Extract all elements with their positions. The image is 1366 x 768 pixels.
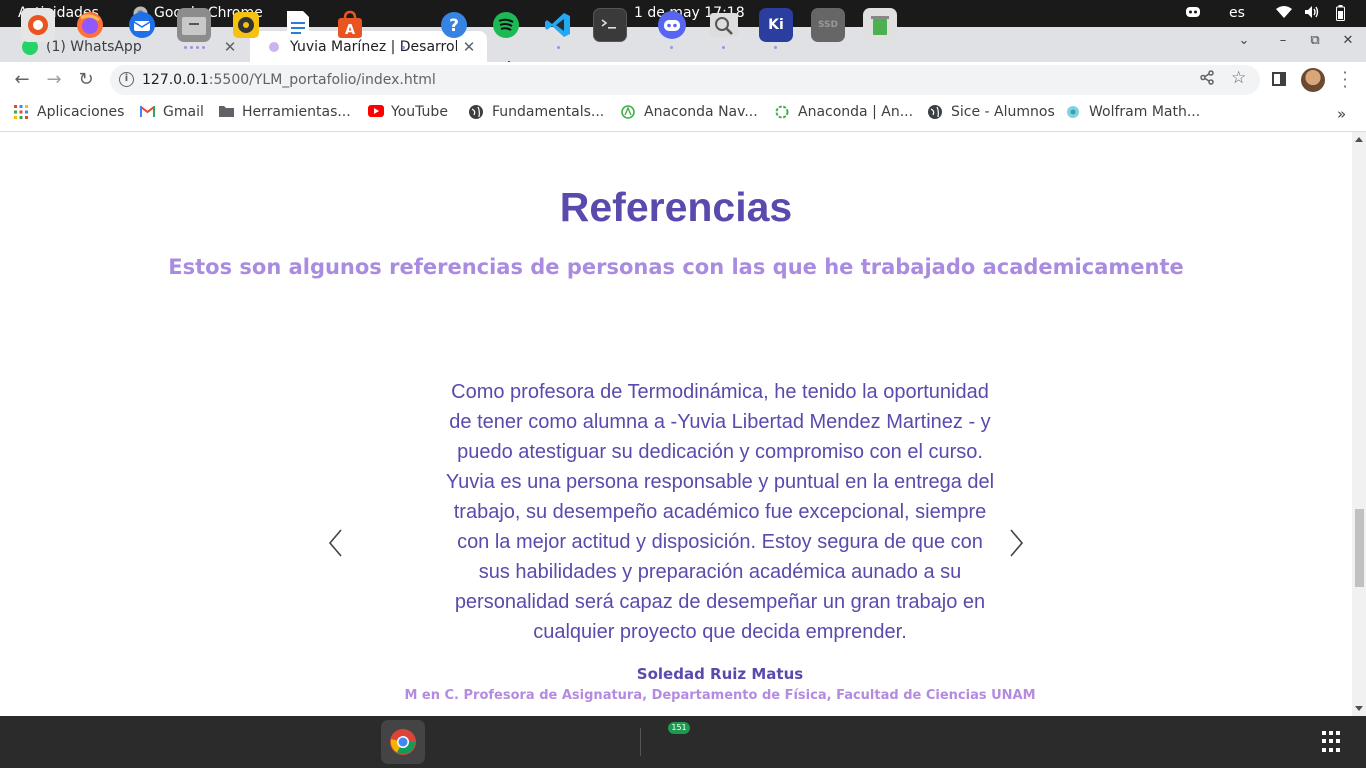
- svg-text:A: A: [345, 23, 355, 38]
- carousel-next-icon[interactable]: [1001, 528, 1031, 558]
- bookmark-label: YouTube: [391, 104, 448, 120]
- discord-icon[interactable]: [655, 8, 689, 42]
- bookmark-sice[interactable]: Sice - Alumnos: [928, 104, 1055, 120]
- bookmarks-bar: Aplicaciones Gmail Herramientas... YouTu…: [0, 98, 1366, 132]
- site-info-icon[interactable]: i: [119, 72, 134, 87]
- help-icon[interactable]: ?: [437, 8, 471, 42]
- terminal-icon[interactable]: [593, 8, 627, 42]
- carousel-prev-icon[interactable]: [321, 528, 351, 558]
- kicad-running-indicator: [774, 46, 777, 49]
- side-panel-icon[interactable]: [1272, 72, 1286, 86]
- globe-icon: [928, 105, 942, 119]
- disk-icon[interactable]: SSD: [811, 8, 845, 42]
- section-title: Referencias: [559, 184, 793, 230]
- firefox-icon[interactable]: [73, 8, 107, 42]
- rhythmbox-icon[interactable]: [229, 8, 263, 42]
- portfolio-favicon-icon: [269, 41, 279, 52]
- gmail-icon: [140, 105, 155, 119]
- chrome-menu-icon[interactable]: · · ·: [1340, 65, 1350, 95]
- bookmark-youtube[interactable]: YouTube: [368, 104, 448, 120]
- trash-icon[interactable]: [863, 8, 897, 42]
- vscode-running-indicator: [557, 46, 560, 49]
- scroll-up-icon[interactable]: [1355, 137, 1363, 142]
- share-icon[interactable]: [1200, 70, 1214, 89]
- forward-button[interactable]: →: [43, 69, 65, 91]
- svg-text:?: ?: [449, 16, 459, 36]
- chrome-running-indicator: [402, 46, 405, 49]
- ubuntu-help-icon[interactable]: [21, 8, 55, 42]
- kicad-icon[interactable]: Ki: [759, 8, 793, 42]
- thunderbird-icon[interactable]: [125, 8, 159, 42]
- chrome-icon[interactable]: [381, 720, 425, 764]
- bookmark-gmail[interactable]: Gmail: [140, 104, 204, 120]
- libreoffice-writer-icon[interactable]: [281, 8, 315, 42]
- wifi-icon[interactable]: [1276, 5, 1292, 23]
- discord-running-indicator: [670, 46, 673, 49]
- vscode-icon[interactable]: [541, 8, 575, 42]
- testimonial-author-role: M en C. Profesora de Asignatura, Departa…: [404, 688, 1036, 703]
- battery-icon[interactable]: [1336, 5, 1345, 25]
- more-bookmarks-icon[interactable]: »: [1337, 105, 1346, 123]
- bookmark-label: Anaconda Nav...: [644, 104, 758, 120]
- globe-icon: [469, 105, 483, 119]
- spotify-icon[interactable]: [489, 8, 523, 42]
- page-viewport: Referencias Estos son algunos referencia…: [0, 132, 1352, 716]
- anaconda-icon: [621, 105, 635, 119]
- tab-title: Yuvia Marínez | Desarrollo: [290, 38, 457, 55]
- testimonial-author: Soledad Ruiz Matus: [636, 665, 804, 683]
- files-icon[interactable]: [177, 8, 211, 42]
- url-text[interactable]: 127.0.0.1:5500/YLM_portafolio/index.html: [142, 72, 436, 88]
- back-button[interactable]: ←: [11, 69, 33, 91]
- browser-toolbar: ← → ↻ i 127.0.0.1:5500/YLM_portafolio/in…: [0, 62, 1366, 98]
- bookmark-label: Fundamentals...: [492, 104, 605, 120]
- discord-tray-icon[interactable]: [1185, 5, 1201, 23]
- profile-avatar[interactable]: [1301, 68, 1325, 92]
- maximize-button[interactable]: ⧉: [1305, 33, 1325, 48]
- page-scrollbar[interactable]: [1352, 132, 1366, 716]
- folder-icon: [219, 105, 234, 119]
- wolfram-icon: [1066, 105, 1080, 119]
- software-center-icon[interactable]: A: [333, 8, 367, 42]
- scroll-down-icon[interactable]: [1355, 706, 1363, 711]
- bookmark-label: Wolfram Math...: [1089, 104, 1201, 120]
- discord-badge: 151: [668, 722, 690, 734]
- bookmark-anaconda-nav[interactable]: Anaconda Nav...: [621, 104, 758, 120]
- reload-button[interactable]: ↻: [75, 69, 97, 91]
- bookmark-apps[interactable]: Aplicaciones: [14, 104, 124, 120]
- scroll-thumb[interactable]: [1355, 509, 1364, 587]
- bookmark-anaconda[interactable]: Anaconda | An...: [775, 104, 913, 120]
- show-applications-icon[interactable]: [1322, 731, 1344, 753]
- image-viewer-running-indicator: [722, 46, 725, 49]
- files-running-indicator: [184, 46, 205, 49]
- bookmark-star-icon[interactable]: ☆: [1231, 68, 1246, 88]
- testimonial-quote: Como profesora de Termodinámica, he teni…: [445, 381, 995, 643]
- section-subtitle: Estos son algunos referencias de persona…: [168, 255, 1184, 279]
- anaconda-ring-icon: [775, 105, 789, 119]
- image-viewer-icon[interactable]: [707, 8, 741, 42]
- apps-grid-icon: [14, 105, 28, 119]
- youtube-icon: [368, 105, 384, 119]
- minimize-button[interactable]: –: [1273, 33, 1293, 48]
- keyboard-language[interactable]: es: [1229, 5, 1245, 21]
- bookmark-wolfram[interactable]: Wolfram Math...: [1066, 104, 1200, 120]
- bookmark-label: Anaconda | An...: [798, 104, 914, 120]
- bookmark-herramientas[interactable]: Herramientas...: [219, 104, 351, 120]
- bookmark-label: Gmail: [163, 104, 204, 120]
- dock-separator: [640, 728, 641, 756]
- close-window-button[interactable]: ✕: [1338, 33, 1358, 48]
- volume-icon[interactable]: [1304, 5, 1320, 23]
- tab-search-icon[interactable]: ⌄: [1234, 33, 1254, 48]
- bookmark-label: Herramientas...: [242, 104, 351, 120]
- bookmark-label: Aplicaciones: [37, 104, 125, 120]
- address-bar[interactable]: i 127.0.0.1:5500/YLM_portafolio/index.ht…: [110, 65, 1260, 95]
- bookmark-fundamentals[interactable]: Fundamentals...: [469, 104, 604, 120]
- bookmark-label: Sice - Alumnos: [951, 104, 1055, 120]
